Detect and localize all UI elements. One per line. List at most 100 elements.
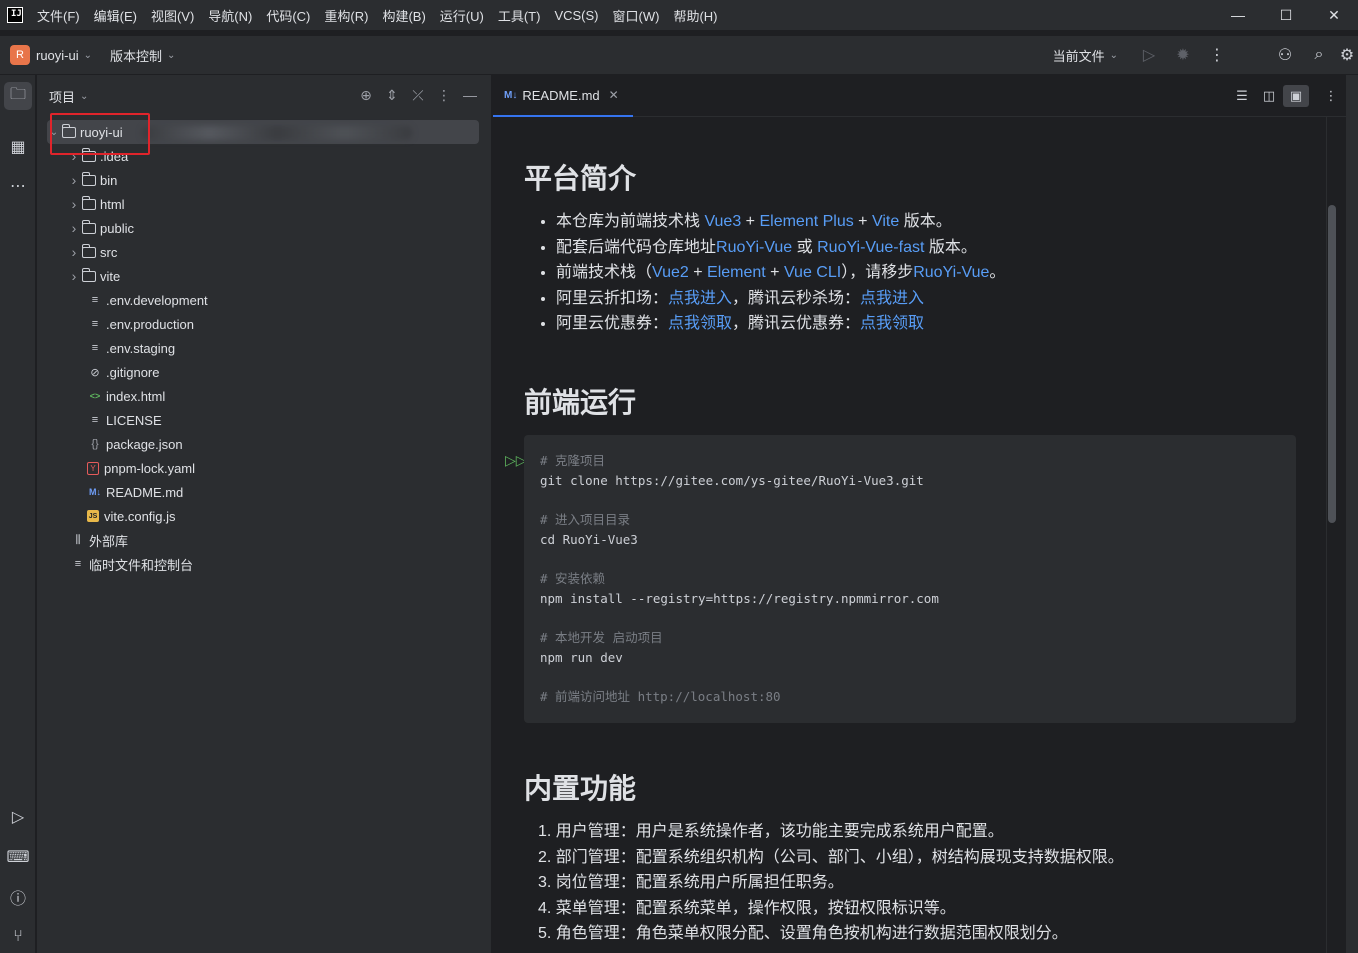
library-icon: ⫼: [75, 533, 81, 546]
settings-icon[interactable]: ⚙: [1336, 45, 1358, 65]
menu-run[interactable]: 运行(U): [440, 6, 484, 25]
link[interactable]: Element Plus: [759, 213, 853, 230]
intro-list: 本仓库为前端技术栈 Vue3 + Element Plus + Vite 版本。…: [524, 209, 1304, 337]
link[interactable]: 点我领取: [668, 315, 732, 332]
tree-row[interactable]: {} package.json: [37, 432, 491, 456]
chevron-right-icon[interactable]: ›: [67, 196, 81, 212]
chevron-right-icon[interactable]: ›: [67, 220, 81, 236]
link[interactable]: Vite: [872, 213, 899, 230]
git-branch-icon[interactable]: ⑂: [4, 923, 32, 951]
code-comment: # 克隆项目: [540, 453, 606, 468]
project-name-dropdown[interactable]: ruoyi-ui: [36, 48, 79, 63]
menu-navigate[interactable]: 导航(N): [208, 6, 252, 25]
tree-row[interactable]: › html: [37, 192, 491, 216]
maximize-button[interactable]: ☐: [1262, 0, 1310, 30]
search-icon[interactable]: ⌕: [1302, 46, 1336, 64]
close-window-button[interactable]: ✕: [1310, 0, 1358, 30]
options-icon[interactable]: ⋮: [431, 87, 457, 104]
vcs-dropdown[interactable]: 版本控制: [110, 46, 162, 65]
editor-tab-bar: M↓ README.md ✕ ☰ ◫ ▣ ⋮: [493, 75, 1358, 117]
html-file-icon: <>: [89, 391, 101, 401]
run-icon[interactable]: ▷: [1132, 45, 1166, 65]
project-view-dropdown[interactable]: 项目: [49, 87, 75, 106]
more-tools-icon[interactable]: ⋯: [4, 172, 32, 200]
project-tree: ⌄ ruoyi-ui › .idea › bin › html › public › src › vi…: [37, 120, 491, 576]
link[interactable]: 点我进入: [860, 290, 924, 307]
services-icon[interactable]: ▷: [4, 803, 32, 831]
highlight-annotation: [50, 113, 150, 155]
link[interactable]: Vue3: [704, 213, 741, 230]
tab-readme[interactable]: M↓ README.md ✕: [493, 75, 633, 117]
menu-view[interactable]: 视图(V): [151, 6, 194, 25]
tree-row[interactable]: ≡ .env.development: [37, 288, 491, 312]
more-icon[interactable]: ⋮: [1318, 85, 1344, 107]
menu-build[interactable]: 构建(B): [382, 6, 425, 25]
left-tool-strip: 🗀 ▦ ⋯ ▷ ⌨ ⓘ ⑂: [0, 75, 36, 953]
link[interactable]: RuoYi-Vue-fast: [817, 239, 924, 256]
feature-list-item: 2. 部门管理：配置系统组织机构（公司、部门、小组），树结构展现支持数据权限。: [538, 848, 1124, 866]
link[interactable]: Element: [707, 264, 766, 281]
menu-vcs[interactable]: VCS(S): [554, 8, 598, 23]
tree-row[interactable]: ≡ 临时文件和控制台: [37, 552, 491, 576]
editor-only-icon[interactable]: ☰: [1229, 85, 1255, 107]
link[interactable]: RuoYi-Vue: [913, 264, 989, 281]
hide-panel-icon[interactable]: —: [457, 87, 483, 104]
terminal-icon[interactable]: ⌨: [4, 843, 32, 871]
list-number: 4.: [538, 899, 556, 917]
list-number: 5.: [538, 925, 556, 942]
link[interactable]: 点我领取: [860, 315, 924, 332]
split-view-icon[interactable]: ◫: [1256, 85, 1282, 107]
tree-row[interactable]: ⫼ 外部库: [37, 528, 491, 552]
tree-row[interactable]: Ypnpm-lock.yaml: [37, 456, 491, 480]
tree-row[interactable]: <> index.html: [37, 384, 491, 408]
locate-icon[interactable]: ⊕: [353, 87, 379, 104]
chevron-right-icon[interactable]: ›: [67, 244, 81, 260]
project-badge[interactable]: R: [10, 45, 30, 65]
run-config-dropdown[interactable]: 当前文件: [1053, 46, 1105, 65]
code-comment: # 进入项目目录: [540, 512, 631, 527]
text-file-icon: ≡: [91, 414, 99, 426]
tree-row[interactable]: › bin: [37, 168, 491, 192]
tree-row[interactable]: ≡ .env.production: [37, 312, 491, 336]
feature-list-item: 3. 岗位管理：配置系统用户所属担任职务。: [538, 874, 844, 891]
menu-refactor[interactable]: 重构(R): [324, 6, 368, 25]
menu-file[interactable]: 文件(F): [37, 6, 80, 25]
tree-row[interactable]: ≡ .env.staging: [37, 336, 491, 360]
more-icon[interactable]: ⋮: [1200, 45, 1234, 65]
menu-code[interactable]: 代码(C): [266, 6, 310, 25]
link[interactable]: 点我进入: [668, 290, 732, 307]
preview-only-icon[interactable]: ▣: [1283, 85, 1309, 107]
intro-list-item: 阿里云优惠券：点我领取，腾讯云优惠券：点我领取: [556, 311, 1304, 337]
link[interactable]: Vue2: [652, 264, 689, 281]
menu-window[interactable]: 窗口(W): [613, 6, 660, 25]
structure-tool-icon[interactable]: ▦: [4, 133, 32, 161]
chevron-right-icon[interactable]: ›: [67, 268, 81, 284]
menu-tools[interactable]: 工具(T): [498, 6, 541, 25]
problems-icon[interactable]: ⓘ: [4, 883, 32, 911]
tree-row[interactable]: › src: [37, 240, 491, 264]
link[interactable]: RuoYi-Vue: [716, 239, 792, 256]
tree-row[interactable]: › public: [37, 216, 491, 240]
debug-icon[interactable]: ✹: [1166, 45, 1200, 65]
add-user-icon[interactable]: ⚇: [1268, 45, 1302, 65]
minimize-button[interactable]: —: [1214, 0, 1262, 30]
project-panel: 项目 ⌄ ⊕ ⇕ ⤫ ⋮ — ⌄ ruoyi-ui › .idea › bin › htm…: [37, 75, 491, 953]
tree-row[interactable]: ⊘ .gitignore: [37, 360, 491, 384]
tree-row[interactable]: ≡ LICENSE: [37, 408, 491, 432]
link[interactable]: Vue CLI: [784, 264, 841, 281]
close-icon[interactable]: ✕: [609, 88, 619, 102]
tree-row[interactable]: M↓ README.md: [37, 480, 491, 504]
intellij-logo-icon[interactable]: IJ: [7, 7, 23, 23]
chevron-down-icon: ⌄: [83, 49, 93, 61]
chevron-right-icon[interactable]: ›: [67, 172, 81, 188]
tree-row[interactable]: JS vite.config.js: [37, 504, 491, 528]
tree-row[interactable]: › vite: [37, 264, 491, 288]
collapse-all-icon[interactable]: ⤫: [405, 87, 431, 104]
expand-all-icon[interactable]: ⇕: [379, 87, 405, 104]
menu-help[interactable]: 帮助(H): [673, 6, 717, 25]
scrollbar-thumb[interactable]: [1328, 205, 1336, 523]
project-tool-icon[interactable]: 🗀: [4, 82, 32, 110]
menu-edit[interactable]: 编辑(E): [94, 6, 137, 25]
